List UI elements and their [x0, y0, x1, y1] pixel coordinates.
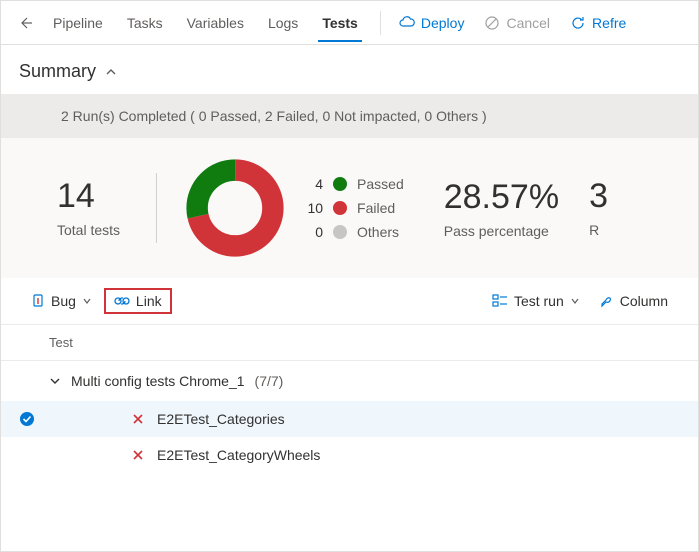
- test-row[interactable]: E2ETest_Categories: [1, 401, 698, 437]
- group-name: Multi config tests Chrome_1: [71, 373, 245, 389]
- cancel-icon: [484, 15, 500, 31]
- legend-others: 0 Others: [305, 224, 404, 240]
- chevron-up-icon: [104, 65, 118, 79]
- bug-label: Bug: [51, 293, 76, 309]
- row-select[interactable]: [19, 411, 35, 427]
- wrench-icon: [600, 294, 614, 308]
- dot-icon: [333, 225, 347, 239]
- total-tests-label: Total tests: [57, 222, 120, 238]
- legend-passed-count: 4: [305, 176, 323, 192]
- bug-button[interactable]: Bug: [23, 288, 100, 314]
- dot-icon: [333, 177, 347, 191]
- tab-pipeline[interactable]: Pipeline: [41, 5, 115, 41]
- stats-row: 14 Total tests 4 Passed 10 Failed 0 Othe…: [1, 138, 698, 278]
- fail-x-icon: [131, 412, 145, 426]
- column-options-button[interactable]: Column: [592, 288, 676, 314]
- refresh-icon: [570, 15, 586, 31]
- fail-x-icon: [131, 448, 145, 462]
- link-icon: [114, 295, 130, 307]
- row-select[interactable]: [19, 447, 35, 463]
- legend: 4 Passed 10 Failed 0 Others: [305, 176, 404, 240]
- test-name: E2ETest_Categories: [157, 411, 285, 427]
- back-button[interactable]: [9, 9, 41, 37]
- chevron-down-icon: [49, 375, 61, 387]
- test-run-button[interactable]: Test run: [484, 288, 588, 314]
- results-toolbar: Bug Link Test run Column: [1, 278, 698, 325]
- chevron-down-icon: [570, 296, 580, 306]
- nav-tabs: Pipeline Tasks Variables Logs Tests: [41, 5, 370, 41]
- summary-title: Summary: [19, 61, 96, 82]
- legend-failed-count: 10: [305, 200, 323, 216]
- check-circle-icon: [19, 411, 35, 427]
- chevron-down-icon: [82, 296, 92, 306]
- link-button[interactable]: Link: [104, 288, 172, 314]
- dot-icon: [333, 201, 347, 215]
- total-tests-stat: 14 Total tests: [57, 178, 120, 237]
- tab-variables[interactable]: Variables: [175, 5, 256, 41]
- tab-tests[interactable]: Tests: [310, 5, 370, 41]
- summary-header[interactable]: Summary: [1, 45, 698, 94]
- legend-others-count: 0: [305, 224, 323, 240]
- topbar-actions: Deploy Cancel Refre: [391, 9, 634, 37]
- total-tests-value: 14: [57, 178, 120, 215]
- extra-stat: 3 R: [589, 178, 608, 237]
- legend-passed: 4 Passed: [305, 176, 404, 192]
- column-label: Column: [620, 293, 668, 309]
- refresh-label: Refre: [592, 15, 626, 31]
- pass-percentage-stat: 28.57% Pass percentage: [444, 178, 559, 239]
- refresh-button[interactable]: Refre: [562, 9, 634, 37]
- test-name: E2ETest_CategoryWheels: [157, 447, 320, 463]
- group-icon: [492, 294, 508, 308]
- divider: [156, 173, 157, 243]
- legend-others-label: Others: [357, 224, 399, 240]
- link-label: Link: [136, 293, 162, 309]
- extra-value: 3: [589, 178, 608, 215]
- tab-tasks[interactable]: Tasks: [115, 5, 175, 41]
- extra-label: R: [589, 222, 608, 238]
- pass-percentage-value: 28.57%: [444, 178, 559, 217]
- deploy-button[interactable]: Deploy: [391, 9, 473, 37]
- arrow-left-icon: [17, 15, 33, 31]
- test-run-label: Test run: [514, 293, 564, 309]
- cancel-label: Cancel: [506, 15, 550, 31]
- runs-banner: 2 Run(s) Completed ( 0 Passed, 2 Failed,…: [1, 94, 698, 138]
- bug-icon: [31, 293, 45, 309]
- deploy-label: Deploy: [421, 15, 465, 31]
- tab-logs[interactable]: Logs: [256, 5, 310, 41]
- top-navigation: Pipeline Tasks Variables Logs Tests Depl…: [1, 1, 698, 45]
- column-header-test[interactable]: Test: [1, 325, 698, 361]
- divider: [380, 11, 381, 35]
- pass-percentage-label: Pass percentage: [444, 223, 559, 239]
- donut-chart-icon: [185, 158, 285, 258]
- cloud-icon: [399, 16, 415, 30]
- legend-failed-label: Failed: [357, 200, 395, 216]
- group-count: (7/7): [255, 373, 284, 389]
- cancel-button: Cancel: [476, 9, 558, 37]
- test-group-row[interactable]: Multi config tests Chrome_1 (7/7): [1, 361, 698, 401]
- results-donut: 4 Passed 10 Failed 0 Others: [185, 158, 404, 258]
- legend-failed: 10 Failed: [305, 200, 404, 216]
- test-row[interactable]: E2ETest_CategoryWheels: [1, 437, 698, 473]
- legend-passed-label: Passed: [357, 176, 404, 192]
